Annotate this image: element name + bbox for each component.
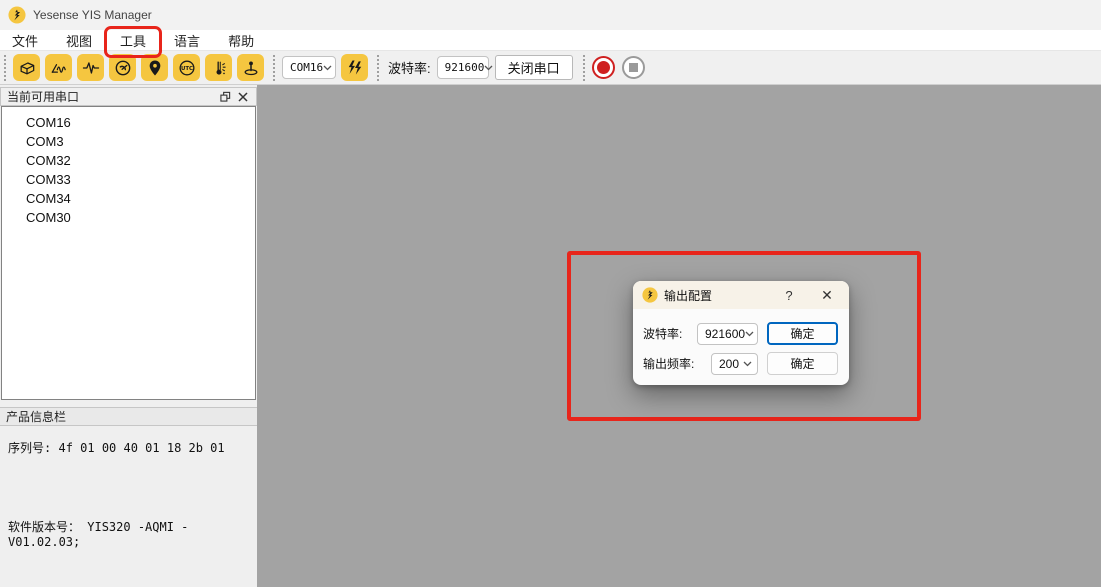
pressure-sensor-icon xyxy=(241,58,261,78)
rate-confirm-button[interactable]: 确定 xyxy=(767,352,838,375)
dialog-title: 输出配置 xyxy=(664,287,779,304)
serial-number-line: 序列号: 4f 01 00 40 01 18 2b 01 xyxy=(8,439,257,456)
port-list-item[interactable]: COM3 xyxy=(26,132,255,151)
baud-confirm-button[interactable]: 确定 xyxy=(767,322,838,345)
toolbar-drag-handle[interactable] xyxy=(583,55,585,81)
yesense-logo-icon xyxy=(642,287,658,303)
chevron-down-icon xyxy=(484,65,493,71)
menu-help[interactable]: 帮助 xyxy=(218,29,264,52)
info-panel-body: 序列号: 4f 01 00 40 01 18 2b 01 软件版本号： YIS3… xyxy=(0,426,257,587)
output-rate-row: 输出频率: 200 确定 xyxy=(643,352,838,375)
stop-icon xyxy=(629,63,638,72)
window-title: Yesense YIS Manager xyxy=(33,8,152,22)
dialog-rate-label: 输出频率: xyxy=(643,355,694,372)
port-list-item[interactable]: COM16 xyxy=(26,113,255,132)
refresh-ports-button[interactable] xyxy=(341,54,368,81)
float-window-icon xyxy=(220,91,231,102)
menu-tools-label: 工具 xyxy=(120,34,146,49)
yesense-logo-icon xyxy=(8,6,26,24)
port-list-item[interactable]: COM33 xyxy=(26,170,255,189)
dialog-baud-value: 921600 xyxy=(705,327,745,341)
info-panel-title: 产品信息栏 xyxy=(6,408,66,425)
dialog-titlebar: 输出配置 ? ✕ xyxy=(633,281,849,309)
output-config-dialog: 输出配置 ? ✕ 波特率: 921600 确定 输出频率: 200 xyxy=(633,281,849,385)
dialog-baud-select[interactable]: 921600 xyxy=(697,323,758,345)
toolbar: UTC COM16 波特率: xyxy=(0,51,1101,85)
titlebar: Yesense YIS Manager xyxy=(0,0,1101,30)
dialog-help-button[interactable]: ? xyxy=(779,288,799,303)
toolbar-drag-handle[interactable] xyxy=(4,55,6,81)
location-button[interactable] xyxy=(141,54,168,81)
baud-rate-select[interactable]: 921600 xyxy=(437,56,489,79)
menu-view[interactable]: 视图 xyxy=(56,29,102,52)
waveform-plot-button[interactable] xyxy=(77,54,104,81)
baud-rate-value: 921600 xyxy=(445,61,485,74)
serial-number-value: 4f 01 00 40 01 18 2b 01 xyxy=(58,441,224,455)
ports-panel-header: 当前可用串口 xyxy=(0,87,257,106)
body: 当前可用串口 COM16 COM3 COM32 COM33 COM34 COM3… xyxy=(0,85,1101,587)
serial-number-label: 序列号: xyxy=(8,441,51,455)
ports-list: COM16 COM3 COM32 COM33 COM34 COM30 xyxy=(1,106,256,400)
dialog-baud-label: 波特率: xyxy=(643,325,682,342)
utc-time-button[interactable]: UTC xyxy=(173,54,200,81)
close-icon xyxy=(238,92,248,102)
record-button[interactable] xyxy=(592,56,615,79)
port-select-value: COM16 xyxy=(290,61,323,74)
baud-rate-label: 波特率: xyxy=(388,58,431,77)
ports-panel-title: 当前可用串口 xyxy=(7,88,216,105)
close-panel-button[interactable] xyxy=(234,89,252,104)
port-list-item[interactable]: COM34 xyxy=(26,189,255,208)
software-version-label: 软件版本号： xyxy=(8,520,80,534)
toolbar-drag-handle[interactable] xyxy=(273,55,275,81)
port-list-item[interactable]: COM32 xyxy=(26,151,255,170)
workspace: 输出配置 ? ✕ 波特率: 921600 确定 输出频率: 200 xyxy=(257,85,1101,587)
port-select[interactable]: COM16 xyxy=(282,56,336,79)
dialog-close-button[interactable]: ✕ xyxy=(817,287,837,304)
baud-rate-row: 波特率: 921600 确定 xyxy=(643,322,838,345)
stop-button[interactable] xyxy=(622,56,645,79)
menu-tools[interactable]: 工具 xyxy=(110,29,156,52)
3d-cube-icon xyxy=(17,58,37,78)
close-serial-port-button[interactable]: 关闭串口 xyxy=(495,55,573,80)
info-panel-header: 产品信息栏 xyxy=(0,407,257,426)
pressure-button[interactable] xyxy=(237,54,264,81)
chevron-down-icon xyxy=(743,361,752,367)
3d-view-button[interactable] xyxy=(13,54,40,81)
svg-text:UTC: UTC xyxy=(180,66,192,72)
chevron-down-icon xyxy=(323,65,332,71)
float-panel-button[interactable] xyxy=(216,89,234,104)
software-version-line: 软件版本号： YIS320 -AQMI -V01.02.03; xyxy=(8,518,257,549)
left-dock: 当前可用串口 COM16 COM3 COM32 COM33 COM34 COM3… xyxy=(0,85,257,587)
app-window: Yesense YIS Manager 文件 视图 工具 语言 帮助 xyxy=(0,0,1101,587)
menu-file[interactable]: 文件 xyxy=(2,29,48,52)
dialog-rate-value: 200 xyxy=(719,357,739,371)
thermometer-icon xyxy=(209,58,229,78)
refresh-icon xyxy=(345,58,365,78)
toolbar-drag-handle[interactable] xyxy=(377,55,379,81)
record-icon xyxy=(597,61,610,74)
port-list-item[interactable]: COM30 xyxy=(26,208,255,227)
angle-waveform-icon xyxy=(49,58,69,78)
dialog-rate-select[interactable]: 200 xyxy=(711,353,758,375)
menu-language[interactable]: 语言 xyxy=(164,29,210,52)
utc-clock-icon: UTC xyxy=(177,58,197,78)
location-pin-icon xyxy=(145,58,165,78)
gauge-button[interactable] xyxy=(109,54,136,81)
temperature-button[interactable] xyxy=(205,54,232,81)
gauge-icon xyxy=(113,58,133,78)
angle-plot-button[interactable] xyxy=(45,54,72,81)
menubar: 文件 视图 工具 语言 帮助 xyxy=(0,30,1101,51)
chevron-down-icon xyxy=(745,331,754,337)
waveform-icon xyxy=(81,58,101,78)
